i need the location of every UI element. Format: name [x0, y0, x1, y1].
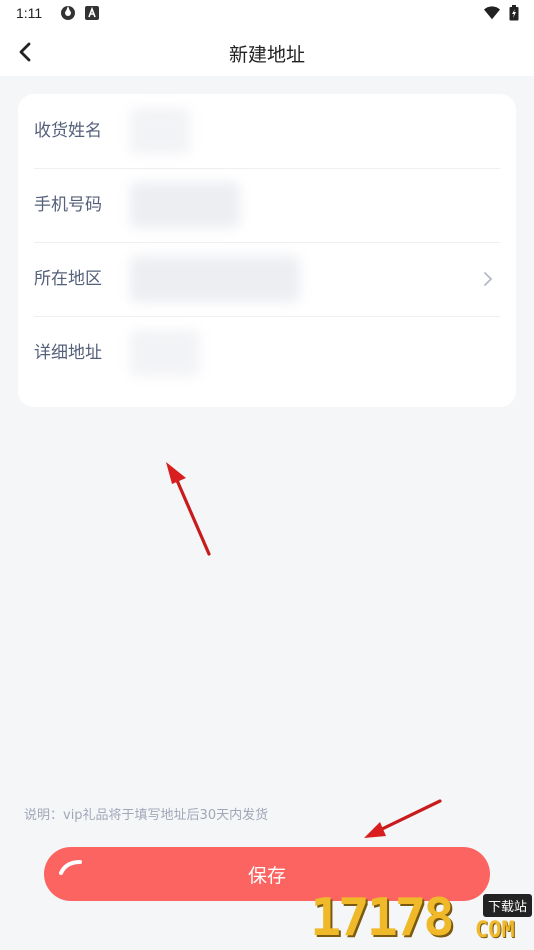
address-label: 详细地址: [34, 343, 102, 363]
name-input[interactable]: [130, 108, 190, 154]
status-time: 1:11: [16, 5, 43, 21]
sync-icon: [60, 5, 76, 21]
region-select[interactable]: [130, 256, 300, 302]
delivery-note: 说明：vip礼品将于填写地址后30天内发货: [24, 808, 269, 823]
form-row-address[interactable]: 详细地址: [34, 316, 500, 390]
phone-input[interactable]: [130, 182, 240, 228]
name-label: 收货姓名: [34, 121, 102, 141]
shine-icon: [59, 860, 82, 875]
form-row-phone[interactable]: 手机号码: [34, 168, 500, 243]
phone-label: 手机号码: [34, 195, 102, 215]
page-title: 新建地址: [228, 44, 305, 66]
form-row-name[interactable]: 收货姓名: [34, 94, 500, 169]
annotation-arrow-up: [166, 462, 211, 556]
watermark-brand: 17178: [310, 888, 455, 948]
battery-icon: [506, 5, 522, 21]
region-label: 所在地区: [34, 269, 102, 289]
address-form-card: 收货姓名 手机号码 所在地区 详细地址: [18, 94, 516, 407]
a-badge-icon: [84, 5, 100, 21]
form-row-region[interactable]: 所在地区: [34, 242, 500, 317]
watermark-domain: COM: [475, 918, 515, 943]
annotation-arrow-left: [364, 799, 442, 838]
nav-bar: 新建地址: [0, 28, 534, 76]
wifi-icon: [484, 5, 500, 21]
watermark-logo: 17178 COM 下载站: [310, 886, 534, 950]
status-bar: 1:11: [0, 0, 534, 28]
save-label: 保存: [247, 864, 286, 887]
watermark-tag: 下载站: [482, 894, 532, 917]
chevron-right-icon: [478, 269, 498, 289]
address-input[interactable]: [130, 330, 200, 376]
